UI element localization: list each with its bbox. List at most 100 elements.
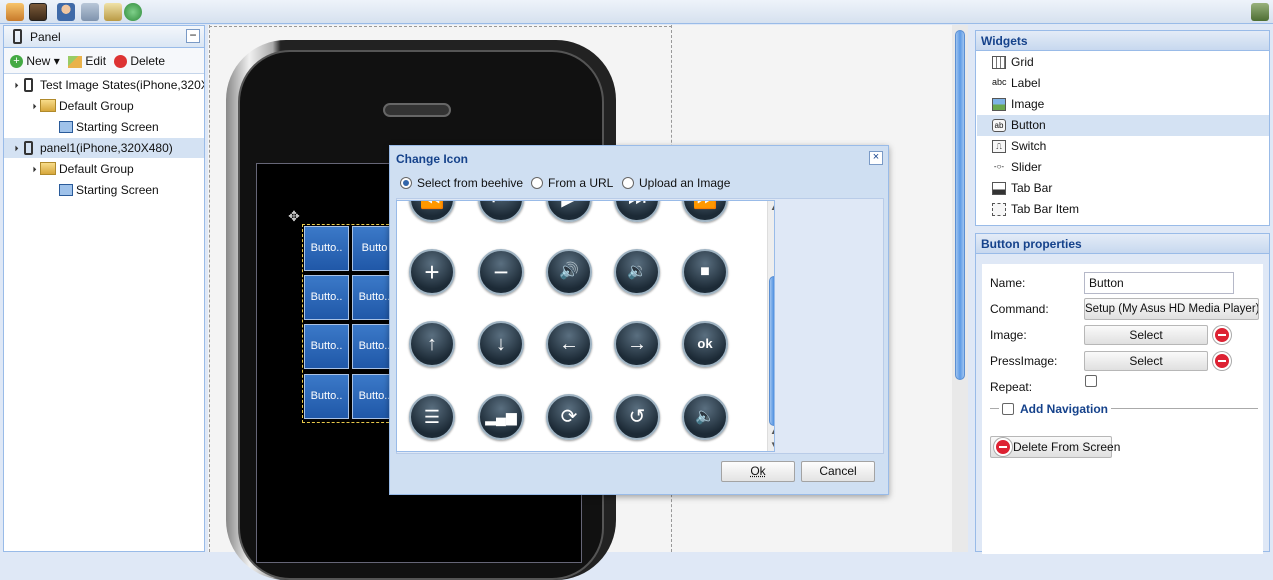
widget-label-item[interactable]: abc Label bbox=[977, 73, 1269, 94]
radio-url[interactable] bbox=[531, 177, 543, 189]
icon-grid: ⏪ ⏮ ▶ ⏭ ⏩ + − 🔊 🔉 ■ ↑ ↓ ← → ok ☰ ▂▄▆ ⟳ ↺… bbox=[396, 200, 775, 452]
canvas-guide-top bbox=[209, 26, 672, 27]
command-select[interactable]: Setup (My Asus HD Media Player) bbox=[1084, 298, 1259, 320]
canvas-scroll-thumb[interactable] bbox=[955, 30, 965, 380]
close-icon[interactable]: × bbox=[869, 151, 883, 165]
screen-icon bbox=[59, 184, 73, 196]
save-icon[interactable] bbox=[81, 3, 99, 21]
tree-item-group[interactable]: Default Group bbox=[4, 159, 204, 179]
tree-item-screen[interactable]: Starting Screen bbox=[4, 117, 204, 137]
widget-label: Button bbox=[1011, 118, 1046, 132]
expand-arrow-icon[interactable] bbox=[9, 79, 19, 89]
phone-icon bbox=[13, 29, 22, 44]
arrow-down-icon[interactable]: ↓ bbox=[478, 321, 524, 367]
export-icon[interactable] bbox=[104, 3, 122, 21]
play-icon[interactable]: ▶ bbox=[546, 201, 592, 222]
phone-button[interactable]: Butto.. bbox=[304, 324, 349, 369]
volume-up-icon[interactable]: 🔊 bbox=[546, 249, 592, 295]
user-icon[interactable] bbox=[57, 3, 75, 21]
press-image-label: PressImage: bbox=[990, 354, 1058, 368]
delete-icon bbox=[994, 438, 1012, 456]
logout-icon[interactable] bbox=[1251, 3, 1269, 21]
phone-button[interactable]: Butto.. bbox=[304, 226, 349, 271]
radio-beehive[interactable] bbox=[400, 177, 412, 189]
dialog-title: Change Icon bbox=[396, 152, 469, 166]
widget-switch[interactable]: ⎍ Switch bbox=[977, 136, 1269, 157]
widget-image[interactable]: Image bbox=[977, 94, 1269, 115]
tree-item-project[interactable]: Test Image States(iPhone,320X480) bbox=[4, 75, 204, 95]
fast-forward-icon[interactable]: ⏩ bbox=[682, 201, 728, 222]
add-navigation-toggle[interactable]: Add Navigation bbox=[999, 401, 1112, 417]
list-icon[interactable]: ☰ bbox=[409, 394, 455, 440]
scroll-up-arrow-icon[interactable]: ▲ bbox=[769, 427, 774, 437]
mute-icon[interactable]: 🔈 bbox=[682, 394, 728, 440]
phone-speaker bbox=[383, 103, 451, 117]
expand-arrow-icon[interactable] bbox=[27, 100, 37, 110]
add-navigation-checkbox[interactable] bbox=[1002, 403, 1014, 415]
phone-button[interactable]: Butto.. bbox=[304, 275, 349, 320]
repeat-label: Repeat: bbox=[990, 380, 1033, 394]
ok-button[interactable]: Ok bbox=[721, 461, 795, 482]
tree-label: Test Image States(iPhone,320X480) bbox=[40, 78, 204, 92]
tab-bar-icon bbox=[992, 182, 1006, 195]
equalizer-icon[interactable]: ▂▄▆ bbox=[478, 394, 524, 440]
remove-image-icon[interactable] bbox=[1213, 326, 1231, 344]
skip-back-icon[interactable]: ⏮ bbox=[478, 201, 524, 222]
name-input[interactable]: Button bbox=[1084, 272, 1234, 294]
folder-icon bbox=[40, 99, 56, 112]
widget-tab-bar-item[interactable]: Tab Bar Item bbox=[977, 199, 1269, 220]
widget-button[interactable]: ab Button bbox=[977, 115, 1269, 136]
tree-label: Default Group bbox=[59, 99, 134, 113]
edit-button[interactable]: Edit bbox=[68, 52, 106, 70]
repeat-checkbox[interactable] bbox=[1085, 375, 1097, 387]
home-icon[interactable] bbox=[6, 3, 24, 21]
new-button[interactable]: + New ▾ bbox=[10, 52, 60, 70]
expand-arrow-icon[interactable] bbox=[27, 163, 37, 173]
delete-button[interactable]: Delete bbox=[114, 52, 165, 70]
expand-arrow-icon[interactable] bbox=[9, 142, 19, 152]
delete-icon bbox=[114, 55, 127, 69]
collapse-button[interactable]: − bbox=[186, 29, 200, 43]
book-icon[interactable] bbox=[29, 3, 47, 21]
skip-forward-icon[interactable]: ⏭ bbox=[614, 201, 660, 222]
project-panel: Panel − + New ▾ Edit Delete Test Image S… bbox=[3, 25, 205, 552]
widget-label: Image bbox=[1011, 97, 1045, 111]
delete-from-screen-button[interactable]: Delete From Screen bbox=[990, 436, 1120, 458]
button-properties-panel: Button properties Name: Button Command: … bbox=[975, 233, 1270, 554]
rewind-icon[interactable]: ⏪ bbox=[409, 201, 455, 222]
stop-icon[interactable]: ■ bbox=[682, 249, 728, 295]
undo-icon[interactable]: ↺ bbox=[614, 394, 660, 440]
ok-icon[interactable]: ok bbox=[682, 321, 728, 367]
remove-press-image-icon[interactable] bbox=[1213, 352, 1231, 370]
scroll-up-arrow-icon[interactable]: ▲ bbox=[769, 203, 774, 213]
press-image-select-button[interactable]: Select bbox=[1084, 351, 1208, 371]
widget-tab-bar[interactable]: Tab Bar bbox=[977, 178, 1269, 199]
cancel-button[interactable]: Cancel bbox=[801, 461, 875, 482]
arrow-left-icon[interactable]: ← bbox=[546, 321, 592, 367]
widget-slider[interactable]: -○- Slider bbox=[977, 157, 1269, 178]
minus-icon[interactable]: − bbox=[478, 249, 524, 295]
widget-label: Slider bbox=[1011, 160, 1042, 174]
widget-grid[interactable]: Grid bbox=[977, 52, 1269, 73]
tree-label: Starting Screen bbox=[76, 183, 159, 197]
arrow-right-icon[interactable]: → bbox=[614, 321, 660, 367]
image-select-button[interactable]: Select bbox=[1084, 325, 1208, 345]
arrow-up-icon[interactable]: ↑ bbox=[409, 321, 455, 367]
tree-item-screen[interactable]: Starting Screen bbox=[4, 180, 204, 200]
icon-scroll-thumb[interactable] bbox=[769, 276, 774, 426]
move-handle-icon[interactable]: ✥ bbox=[287, 209, 301, 223]
command-label: Command: bbox=[990, 302, 1049, 316]
volume-down-icon[interactable]: 🔉 bbox=[614, 249, 660, 295]
tree-item-group[interactable]: Default Group bbox=[4, 96, 204, 116]
plus-icon[interactable]: + bbox=[409, 249, 455, 295]
panel-header: Panel − bbox=[4, 26, 204, 48]
refresh-icon[interactable]: ⟳ bbox=[546, 394, 592, 440]
radio-upload[interactable] bbox=[622, 177, 634, 189]
name-label: Name: bbox=[990, 276, 1026, 290]
screen-icon bbox=[59, 121, 73, 133]
phone-button[interactable]: Butto.. bbox=[304, 374, 349, 419]
scroll-down-arrow-icon[interactable]: ▼ bbox=[769, 440, 774, 450]
refresh-globe-icon[interactable] bbox=[124, 3, 142, 21]
delete-from-screen-label: Delete From Screen bbox=[1013, 440, 1121, 454]
tree-item-project[interactable]: panel1(iPhone,320X480) bbox=[4, 138, 204, 158]
